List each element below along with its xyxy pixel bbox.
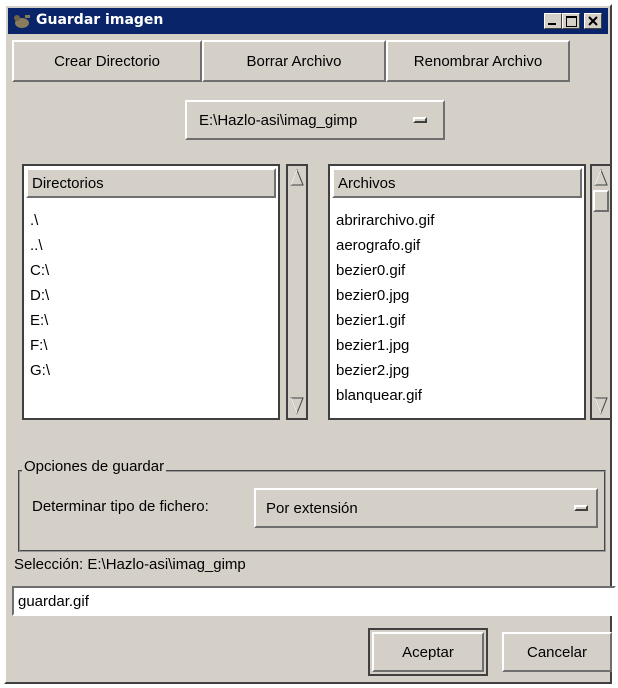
files-scrollbar[interactable] <box>590 164 612 420</box>
minimize-icon <box>548 23 556 25</box>
files-list[interactable]: Archivos abrirarchivo.gif aerografo.gif be… <box>328 164 586 420</box>
maximize-button[interactable] <box>562 13 580 29</box>
create-directory-button[interactable]: Crear Directorio <box>12 40 202 82</box>
close-icon <box>588 16 598 26</box>
list-item[interactable]: blanquear.gif <box>336 383 434 408</box>
list-item[interactable]: aerografo.gif <box>336 233 434 258</box>
list-item[interactable]: E:\ <box>30 308 50 333</box>
directories-scrollbar[interactable] <box>286 164 308 420</box>
scroll-down-icon[interactable] <box>289 395 305 417</box>
delete-file-button[interactable]: Borrar Archivo <box>202 40 386 82</box>
save-options-label: Opciones de guardar <box>22 458 167 475</box>
list-item[interactable]: bezier2.jpg <box>336 358 434 383</box>
maximize-icon <box>566 16 577 27</box>
window-title: Guardar imagen <box>36 12 164 28</box>
list-item[interactable]: D:\ <box>30 283 50 308</box>
file-type-value: Por extensión <box>266 499 358 517</box>
dropdown-indicator-icon <box>574 505 588 511</box>
files-items: abrirarchivo.gif aerografo.gif bezier0.gif… <box>336 208 434 408</box>
gimp-icon <box>14 15 30 28</box>
list-item[interactable]: bezier1.gif <box>336 308 434 333</box>
cancel-button[interactable]: Cancelar <box>502 632 612 672</box>
list-item[interactable]: .\ <box>30 208 50 233</box>
minimize-button[interactable] <box>544 13 562 29</box>
directories-items: .\ ..\ C:\ D:\ E:\ F:\ G:\ <box>30 208 50 383</box>
directories-list[interactable]: Directorios .\ ..\ C:\ D:\ E:\ F:\ G:\ <box>22 164 280 420</box>
list-item[interactable]: ..\ <box>30 233 50 258</box>
list-item[interactable]: bezier0.gif <box>336 258 434 283</box>
accept-button[interactable]: Aceptar <box>372 632 484 672</box>
list-item[interactable]: F:\ <box>30 333 50 358</box>
files-header: Archivos <box>332 168 582 198</box>
filename-input[interactable] <box>12 586 616 616</box>
scroll-thumb[interactable] <box>593 190 609 212</box>
close-button[interactable] <box>584 13 602 29</box>
list-item[interactable]: bezier1.jpg <box>336 333 434 358</box>
scroll-up-icon[interactable] <box>593 167 609 189</box>
title-bar[interactable]: Guardar imagen <box>8 8 608 34</box>
list-item[interactable]: bezier0.jpg <box>336 283 434 308</box>
rename-file-button[interactable]: Renombrar Archivo <box>386 40 570 82</box>
scroll-down-icon[interactable] <box>593 395 609 417</box>
dropdown-indicator-icon <box>413 117 427 123</box>
file-type-dropdown[interactable]: Por extensión <box>254 488 598 528</box>
list-item[interactable]: abrirarchivo.gif <box>336 208 434 233</box>
list-item[interactable]: C:\ <box>30 258 50 283</box>
selection-label: Selección: E:\Hazlo-asi\imag_gimp <box>14 556 246 573</box>
path-value: E:\Hazlo-asi\imag_gimp <box>199 111 358 129</box>
list-item[interactable]: G:\ <box>30 358 50 383</box>
file-type-label: Determinar tipo de fichero: <box>32 498 209 515</box>
scroll-up-icon[interactable] <box>289 167 305 189</box>
directories-header: Directorios <box>26 168 276 198</box>
path-dropdown[interactable]: E:\Hazlo-asi\imag_gimp <box>185 100 445 140</box>
